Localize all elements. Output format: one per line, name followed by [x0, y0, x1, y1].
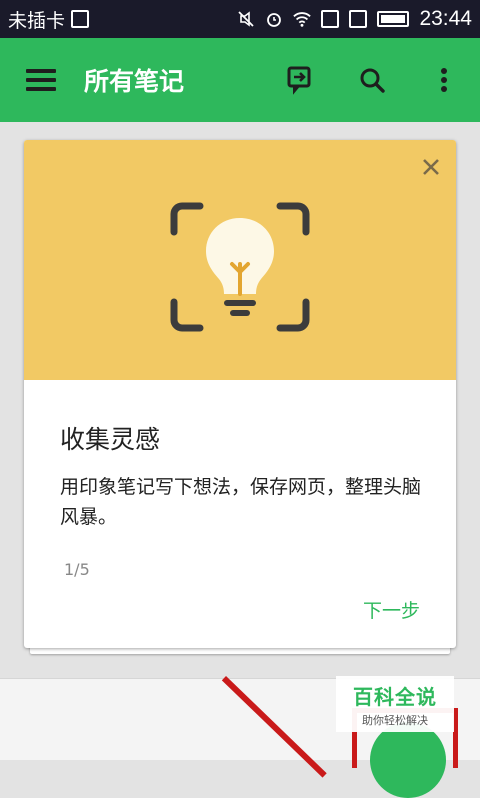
wifi-icon — [293, 12, 312, 27]
battery-icon — [377, 11, 410, 27]
carrier-text: 未插卡 — [8, 9, 66, 32]
app-bar: 所有笔记 — [0, 38, 480, 122]
more-icon — [441, 68, 447, 92]
status-bar: 未插卡 23:44 — [0, 0, 480, 38]
watermark-main: 百科全说 — [353, 684, 437, 709]
more-button[interactable] — [408, 38, 480, 122]
close-button[interactable] — [414, 150, 448, 184]
sim2-icon — [349, 10, 368, 28]
watermark-logo: 百科全说 助你轻松解决 — [336, 676, 454, 732]
status-right: 23:44 — [237, 7, 472, 31]
sync-button[interactable] — [264, 38, 336, 122]
search-icon — [360, 68, 385, 93]
page-title: 所有笔记 — [84, 67, 185, 96]
sync-icon — [287, 66, 311, 95]
sim1-icon — [321, 10, 340, 28]
lightbulb-icon — [170, 202, 310, 332]
search-button[interactable] — [336, 38, 408, 122]
page-indicator: 1/5 — [64, 560, 90, 579]
image-icon — [71, 10, 90, 28]
card-heading: 收集灵感 — [60, 426, 161, 454]
status-left: 未插卡 — [8, 6, 90, 33]
mute-icon — [238, 11, 255, 27]
card-description: 用印象笔记写下想法，保存网页，整理头脑风暴。 — [60, 476, 422, 528]
watermark-sub: 助你轻松解决 — [362, 713, 428, 727]
alarm-icon — [267, 13, 282, 27]
onboarding-card: 收集灵感 用印象笔记写下想法，保存网页，整理头脑风暴。 1/5 下一步 — [24, 140, 456, 648]
menu-icon[interactable] — [26, 69, 56, 91]
card-illustration — [24, 140, 456, 380]
next-step-button[interactable]: 下一步 — [363, 596, 420, 623]
app-bar-actions — [264, 38, 480, 122]
clock: 23:44 — [419, 7, 472, 30]
close-icon — [423, 159, 439, 175]
